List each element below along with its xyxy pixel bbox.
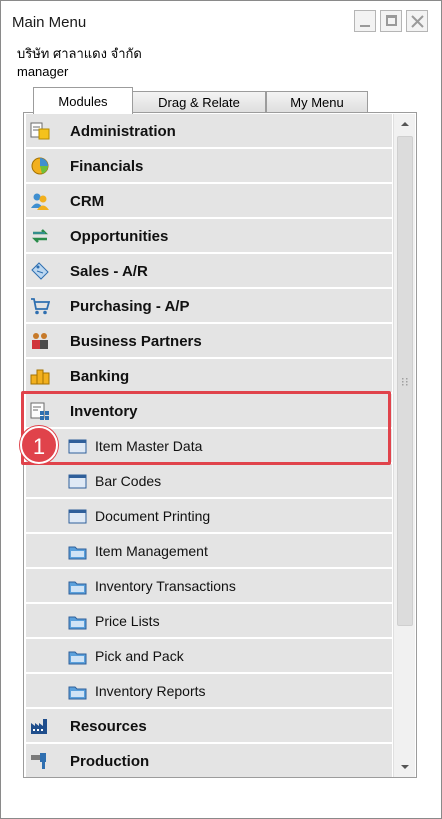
close-icon bbox=[411, 15, 424, 28]
financials-icon bbox=[31, 157, 49, 175]
menu-folder-inventory-reports[interactable]: Inventory Reports bbox=[26, 674, 392, 708]
grip-icon bbox=[402, 378, 408, 386]
sales-icon bbox=[31, 262, 49, 280]
business-partners-icon bbox=[32, 333, 48, 349]
form-icon bbox=[68, 474, 87, 489]
maximize-icon bbox=[386, 15, 397, 26]
menu-item-label: Document Printing bbox=[95, 508, 211, 524]
menu-item-label: Inventory Transactions bbox=[95, 578, 236, 594]
resources-icon bbox=[31, 719, 47, 734]
tab-strip: Modules Drag & Relate My Menu bbox=[23, 87, 423, 114]
module-list: Administration Financials CRM Opportunit… bbox=[26, 114, 392, 777]
module-row-resources[interactable]: Resources bbox=[26, 709, 392, 743]
folder-icon bbox=[68, 581, 87, 595]
tab-modules[interactable]: Modules bbox=[33, 87, 133, 114]
module-row-sales-ar[interactable]: Sales - A/R bbox=[26, 254, 392, 288]
close-button[interactable] bbox=[406, 10, 428, 32]
tab-label: My Menu bbox=[290, 95, 344, 110]
step-number-badge: 1 bbox=[20, 426, 58, 464]
menu-folder-price-lists[interactable]: Price Lists bbox=[26, 604, 392, 638]
modules-panel: Administration Financials CRM Opportunit… bbox=[23, 112, 417, 778]
arrow-up-icon bbox=[401, 122, 409, 126]
menu-folder-item-management[interactable]: Item Management bbox=[26, 534, 392, 568]
inventory-icon bbox=[30, 402, 49, 420]
tab-drag-relate[interactable]: Drag & Relate bbox=[132, 91, 266, 114]
module-label: Administration bbox=[70, 123, 176, 140]
user-name: manager bbox=[17, 64, 69, 79]
module-row-banking[interactable]: Banking bbox=[26, 359, 392, 393]
menu-folder-inventory-transactions[interactable]: Inventory Transactions bbox=[26, 569, 392, 603]
menu-item-label: Bar Codes bbox=[95, 473, 162, 489]
folder-icon bbox=[68, 546, 87, 560]
menu-item-label: Price Lists bbox=[95, 613, 160, 629]
module-row-administration[interactable]: Administration bbox=[26, 114, 392, 148]
vertical-scrollbar[interactable] bbox=[393, 114, 415, 777]
form-icon bbox=[68, 439, 87, 454]
banking-icon bbox=[30, 369, 50, 385]
module-row-production[interactable]: Production bbox=[26, 744, 392, 777]
tab-label: Drag & Relate bbox=[158, 95, 240, 110]
module-label: Production bbox=[70, 753, 150, 770]
tab-label: Modules bbox=[58, 94, 108, 109]
folder-icon bbox=[68, 651, 87, 665]
module-label: Purchasing - A/P bbox=[70, 298, 190, 315]
module-label: Resources bbox=[70, 718, 147, 735]
scroll-up-button[interactable] bbox=[394, 114, 416, 134]
module-row-financials[interactable]: Financials bbox=[26, 149, 392, 183]
module-label: CRM bbox=[70, 193, 105, 210]
module-label: Inventory bbox=[70, 403, 138, 420]
title-bar[interactable]: Main Menu bbox=[2, 2, 440, 42]
main-menu-window: Main Menu บริษัท ศาลาแดง จำกัด manager M… bbox=[0, 0, 442, 819]
module-row-crm[interactable]: CRM bbox=[26, 184, 392, 218]
folder-icon bbox=[68, 616, 87, 630]
module-label: Sales - A/R bbox=[70, 263, 148, 280]
module-label: Business Partners bbox=[70, 333, 202, 350]
menu-item-label: Inventory Reports bbox=[95, 683, 206, 699]
menu-item-label: Item Management bbox=[95, 543, 208, 559]
menu-item-item-master-data[interactable]: Item Master Data bbox=[26, 429, 392, 463]
production-icon bbox=[31, 753, 46, 769]
maximize-button[interactable] bbox=[380, 10, 402, 32]
folder-icon bbox=[68, 686, 87, 700]
tab-my-menu[interactable]: My Menu bbox=[266, 91, 368, 114]
menu-item-bar-codes[interactable]: Bar Codes bbox=[26, 464, 392, 498]
scroll-thumb[interactable] bbox=[397, 136, 413, 626]
module-row-purchasing-ap[interactable]: Purchasing - A/P bbox=[26, 289, 392, 323]
minimize-icon bbox=[360, 25, 370, 27]
purchasing-icon bbox=[31, 298, 50, 315]
module-row-inventory[interactable]: Inventory bbox=[26, 394, 392, 428]
crm-icon bbox=[31, 193, 49, 210]
menu-item-label: Item Master Data bbox=[95, 438, 203, 454]
scroll-down-button[interactable] bbox=[394, 757, 416, 777]
company-name: บริษัท ศาลาแดง จำกัด bbox=[17, 46, 142, 61]
opportunities-icon bbox=[31, 229, 49, 243]
module-label: Financials bbox=[70, 158, 144, 175]
form-icon bbox=[68, 509, 87, 524]
module-label: Opportunities bbox=[70, 228, 169, 245]
module-row-opportunities[interactable]: Opportunities bbox=[26, 219, 392, 253]
module-label: Banking bbox=[70, 368, 130, 385]
module-row-business-partners[interactable]: Business Partners bbox=[26, 324, 392, 358]
minimize-button[interactable] bbox=[354, 10, 376, 32]
arrow-down-icon bbox=[401, 765, 409, 769]
administration-icon bbox=[30, 122, 50, 140]
menu-item-document-printing[interactable]: Document Printing bbox=[26, 499, 392, 533]
menu-item-label: Pick and Pack bbox=[95, 648, 184, 664]
window-title: Main Menu bbox=[12, 14, 87, 31]
menu-folder-pick-and-pack[interactable]: Pick and Pack bbox=[26, 639, 392, 673]
